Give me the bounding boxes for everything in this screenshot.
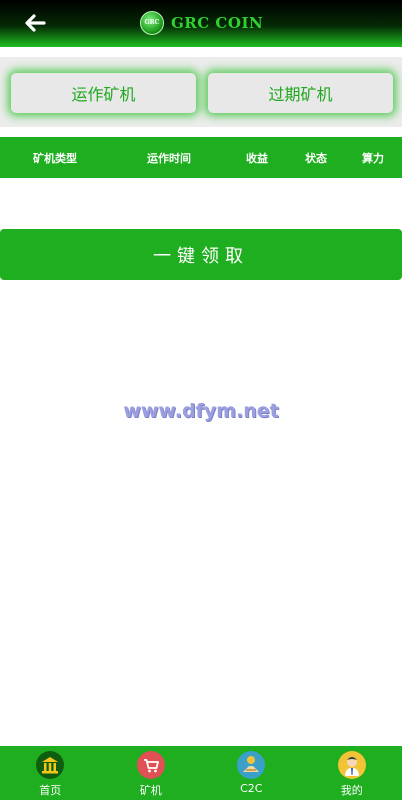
nav-label-home: 首页 — [39, 784, 62, 797]
nav-label-miner: 矿机 — [139, 784, 162, 797]
back-button[interactable] — [22, 10, 48, 36]
cart-icon — [136, 751, 165, 779]
nav-item-home[interactable]: 首页 — [0, 746, 101, 800]
nav-item-me[interactable]: 我的 — [302, 746, 402, 800]
column-earnings: 收益 — [246, 152, 268, 165]
column-miner-type: 矿机类型 — [33, 152, 77, 165]
logo-text: GRC — [144, 19, 160, 26]
column-status: 状态 — [305, 152, 327, 165]
nav-label-c2c: C2C — [240, 782, 263, 795]
claim-all-button[interactable]: 一键领取 — [0, 229, 402, 280]
miner-tabs: 运作矿机 过期矿机 — [0, 57, 402, 127]
nav-label-me: 我的 — [340, 784, 363, 797]
nav-item-c2c[interactable]: C2C — [201, 746, 302, 800]
top-header: GRC GRC COIN — [0, 0, 402, 47]
table-header: 矿机类型 运作时间 收益 状态 算力 — [0, 137, 402, 178]
tab-running-miners[interactable]: 运作矿机 — [11, 73, 196, 113]
handshake-icon — [237, 751, 266, 779]
arrow-left-icon — [25, 14, 46, 32]
user-avatar-icon — [337, 751, 366, 779]
tab-expired-miners[interactable]: 过期矿机 — [208, 73, 393, 113]
bottom-nav: 首页 矿机 C2C 我的 — [0, 746, 402, 800]
nav-item-miner[interactable]: 矿机 — [101, 746, 202, 800]
column-run-time: 运作时间 — [147, 152, 191, 165]
column-hashrate: 算力 — [362, 152, 384, 165]
brand: GRC GRC COIN — [140, 11, 263, 35]
app-title: GRC COIN — [171, 14, 264, 32]
watermark: www.dfym.net — [123, 400, 279, 422]
grc-logo: GRC — [140, 11, 164, 35]
bank-icon — [36, 751, 65, 779]
